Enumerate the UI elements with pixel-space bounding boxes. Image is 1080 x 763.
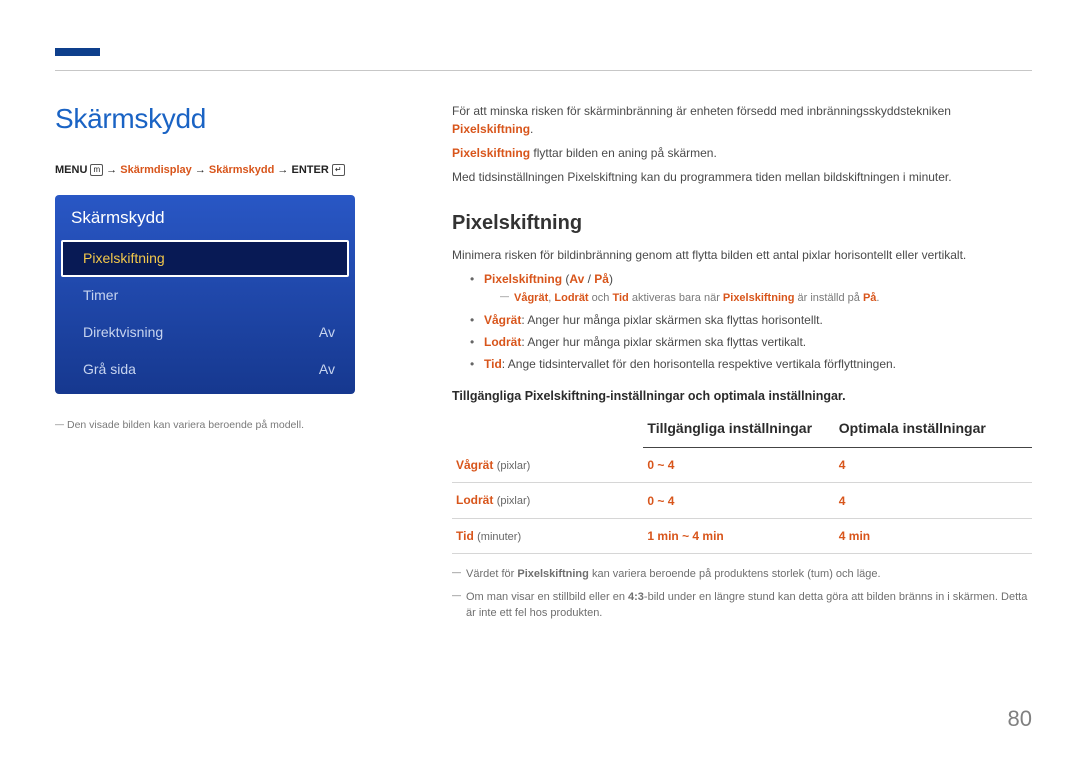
term: Pixelskiftning (484, 272, 562, 286)
term: 4:3 (628, 591, 644, 603)
term: Pixelskiftning (723, 292, 795, 304)
osd-menu-box: Skärmskydd Pixelskiftning Timer Direktvi… (55, 195, 355, 395)
osd-row-value: Av (319, 359, 335, 380)
header-tab-indicator (55, 48, 100, 56)
term: Tid (484, 357, 502, 371)
osd-row-label: Timer (83, 285, 118, 306)
osd-row-gra-sida[interactable]: Grå sida Av (55, 351, 355, 394)
term: Vågrät (514, 292, 548, 304)
term-pixelskiftning: Pixelskiftning (452, 146, 530, 160)
param-name: Tid (456, 529, 474, 543)
text: . (876, 292, 879, 304)
text: Om man visar en stillbild eller en (466, 591, 628, 603)
bullet-item: Vågrät: Anger hur många pixlar skärmen s… (470, 311, 1032, 329)
breadcrumb-enter: ENTER (291, 164, 328, 176)
text: Värdet för (466, 568, 517, 580)
option-pa: På (594, 272, 609, 286)
text: : Anger hur många pixlar skärmen ska fly… (521, 313, 822, 327)
page-number: 80 (1008, 702, 1032, 735)
th-optimal: Optimala inställningar (835, 413, 1032, 448)
note-item: Om man visar en stillbild eller en 4:3-b… (452, 589, 1032, 622)
text: . (530, 122, 533, 136)
osd-row-label: Grå sida (83, 359, 136, 380)
text: är inställd på (794, 292, 862, 304)
param-name: Lodrät (456, 493, 493, 507)
section-desc: Minimera risken för bildinbränning genom… (452, 246, 1032, 264)
osd-row-value: Av (319, 322, 335, 343)
term-pixelskiftning: Pixelskiftning (452, 122, 530, 136)
param-unit: (pixlar) (497, 460, 531, 472)
breadcrumb: MENU m → Skärmdisplay → Skärmskydd → ENT… (55, 162, 397, 179)
cell-available: 0 ~ 4 (643, 448, 834, 483)
sub-note: Vågrät, Lodrät och Tid aktiveras bara nä… (514, 290, 1032, 307)
bullet-list: Pixelskiftning (Av / På) Vågrät, Lodrät … (470, 270, 1032, 373)
text: flyttar bilden en aning på skärmen. (530, 146, 717, 160)
text: / (584, 272, 594, 286)
right-column: För att minska risken för skärminbrännin… (452, 102, 1032, 628)
cell-available: 0 ~ 4 (643, 483, 834, 519)
settings-table: Tillgängliga inställningar Optimala inst… (452, 413, 1032, 554)
cell-available: 1 min ~ 4 min (643, 518, 834, 554)
breadcrumb-level-1: Skärmdisplay (120, 164, 192, 176)
osd-row-timer[interactable]: Timer (55, 277, 355, 314)
table-title: Tillgängliga Pixelskiftning-inställninga… (452, 387, 1032, 406)
text: kan variera beroende på produktens storl… (589, 568, 881, 580)
text: aktiveras bara när (629, 292, 723, 304)
model-footnote: Den visade bilden kan variera beroende p… (55, 418, 397, 434)
text: och (589, 292, 613, 304)
osd-row-label: Direktvisning (83, 322, 163, 343)
term: Pixelskiftning (517, 568, 589, 580)
bullet-item: Tid: Ange tidsintervallet för den horiso… (470, 355, 1032, 373)
page-title: Skärmskydd (55, 98, 397, 140)
term: Vågrät (484, 313, 521, 327)
intro-line-1: För att minska risken för skärminbrännin… (452, 102, 1032, 138)
bullet-item: Lodrät: Anger hur många pixlar skärmen s… (470, 333, 1032, 351)
table-row: Tid (minuter) 1 min ~ 4 min 4 min (452, 518, 1032, 554)
intro-line-2: Pixelskiftning flyttar bilden en aning p… (452, 144, 1032, 162)
cell-optimal: 4 (835, 448, 1032, 483)
note-item: Värdet för Pixelskiftning kan variera be… (452, 566, 1032, 583)
intro-line-3: Med tidsinställningen Pixelskiftning kan… (452, 168, 1032, 186)
osd-row-pixelskiftning[interactable]: Pixelskiftning (61, 240, 349, 277)
term: Lodrät (554, 292, 588, 304)
table-row: Lodrät (pixlar) 0 ~ 4 4 (452, 483, 1032, 519)
menu-icon: m (90, 164, 103, 176)
osd-row-direktvisning[interactable]: Direktvisning Av (55, 314, 355, 351)
term: Tid (612, 292, 628, 304)
th-available: Tillgängliga inställningar (643, 413, 834, 448)
end-notes: Värdet för Pixelskiftning kan variera be… (452, 566, 1032, 622)
text: : Anger hur många pixlar skärmen ska fly… (521, 335, 806, 349)
option-av: Av (569, 272, 584, 286)
param-unit: (minuter) (477, 531, 521, 543)
breadcrumb-menu: MENU (55, 164, 87, 176)
th-empty (452, 413, 643, 448)
text: ) (609, 272, 613, 286)
left-column: Skärmskydd MENU m → Skärmdisplay → Skärm… (55, 98, 397, 434)
osd-row-label: Pixelskiftning (83, 248, 165, 269)
param-name: Vågrät (456, 458, 493, 472)
cell-optimal: 4 min (835, 518, 1032, 554)
text: : Ange tidsintervallet för den horisonte… (502, 357, 896, 371)
osd-menu-header: Skärmskydd (55, 195, 355, 241)
term: Lodrät (484, 335, 521, 349)
enter-icon: ↵ (332, 164, 345, 176)
breadcrumb-level-2: Skärmskydd (209, 164, 274, 176)
term: På (863, 292, 876, 304)
table-row: Vågrät (pixlar) 0 ~ 4 4 (452, 448, 1032, 483)
cell-optimal: 4 (835, 483, 1032, 519)
section-heading: Pixelskiftning (452, 208, 1032, 238)
text: För att minska risken för skärminbrännin… (452, 104, 951, 118)
param-unit: (pixlar) (497, 495, 531, 507)
bullet-item: Pixelskiftning (Av / På) Vågrät, Lodrät … (470, 270, 1032, 307)
header-rule (55, 70, 1032, 71)
